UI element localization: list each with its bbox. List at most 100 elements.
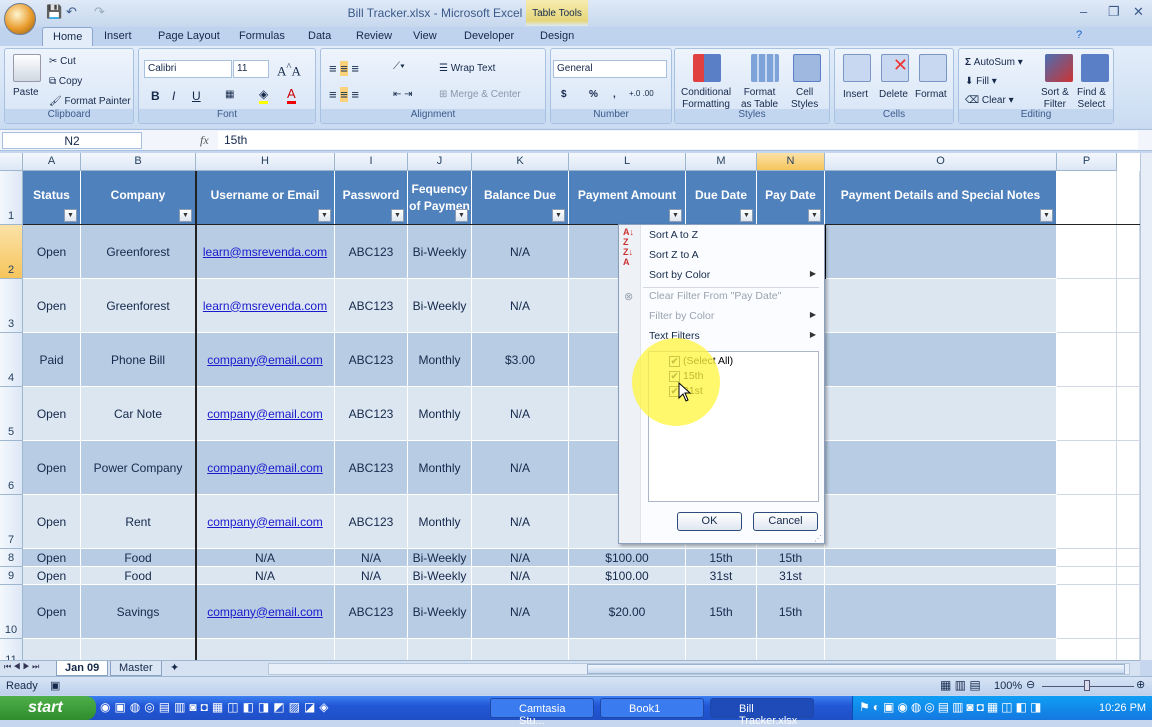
table-cell[interactable]: N/A bbox=[472, 585, 569, 639]
empty-cell[interactable] bbox=[1057, 639, 1117, 660]
formula-input[interactable]: 15th bbox=[218, 131, 1138, 149]
task-camtasia[interactable]: Camtasia Stu... bbox=[490, 698, 594, 727]
table-cell[interactable]: 31st bbox=[757, 567, 825, 585]
empty-cell[interactable] bbox=[1117, 495, 1140, 549]
empty-cell[interactable] bbox=[1117, 333, 1140, 387]
table-cell[interactable]: Bi-Weekly bbox=[408, 567, 472, 585]
resize-grip-icon[interactable]: ⋰ bbox=[814, 534, 822, 543]
table-cell[interactable]: Monthly bbox=[408, 495, 472, 549]
currency-button[interactable]: $ bbox=[561, 89, 567, 100]
table-cell[interactable]: ABC123 bbox=[335, 333, 408, 387]
row-header[interactable]: 2 bbox=[0, 225, 23, 279]
email-link[interactable]: company@email.com bbox=[207, 407, 323, 421]
format-button[interactable]: Format bbox=[915, 89, 947, 100]
bold-button[interactable]: B bbox=[151, 89, 160, 103]
table-cell[interactable] bbox=[335, 639, 408, 660]
comma-button[interactable]: , bbox=[613, 89, 616, 100]
row-header[interactable]: 6 bbox=[0, 441, 23, 495]
table-cell[interactable]: Open bbox=[23, 279, 81, 333]
tab-view[interactable]: View bbox=[413, 30, 437, 42]
table-cell[interactable]: company@email.com bbox=[196, 585, 335, 639]
table-cell[interactable]: Bi-Weekly bbox=[408, 225, 472, 279]
sort-by-color[interactable]: Sort by Color ▶ bbox=[649, 269, 824, 281]
insert-button[interactable]: Insert bbox=[843, 89, 868, 100]
table-cell[interactable] bbox=[81, 639, 196, 660]
table-cell[interactable]: ABC123 bbox=[335, 225, 408, 279]
indent-icons[interactable]: ⇤ ⇥ bbox=[393, 89, 413, 100]
borders-icon[interactable]: ▦ bbox=[225, 89, 234, 100]
empty-cell[interactable] bbox=[1057, 333, 1117, 387]
table-cell[interactable]: ABC123 bbox=[335, 441, 408, 495]
table-cell[interactable] bbox=[825, 225, 1057, 279]
filter-dropdown-button[interactable]: ▼ bbox=[808, 209, 821, 222]
email-link[interactable]: learn@msrevenda.com bbox=[203, 299, 327, 313]
table-cell[interactable]: company@email.com bbox=[196, 333, 335, 387]
empty-cell[interactable] bbox=[1057, 171, 1117, 225]
italic-button[interactable]: I bbox=[172, 89, 175, 103]
format-as-table-button[interactable]: Format as Table bbox=[741, 87, 778, 111]
save-icon[interactable]: 💾 bbox=[46, 4, 62, 20]
table-cell[interactable] bbox=[825, 279, 1057, 333]
table-cell[interactable]: Monthly bbox=[408, 441, 472, 495]
table-cell[interactable] bbox=[825, 549, 1057, 567]
copy-button[interactable]: ⧉ Copy bbox=[49, 76, 82, 87]
filter-dropdown-button[interactable]: ▼ bbox=[669, 209, 682, 222]
email-link[interactable]: company@email.com bbox=[207, 461, 323, 475]
find-select-button[interactable]: Find & Select bbox=[1077, 87, 1106, 111]
table-cell[interactable] bbox=[196, 639, 335, 660]
filter-dropdown-button[interactable]: ▼ bbox=[1040, 209, 1053, 222]
table-cell[interactable] bbox=[825, 495, 1057, 549]
font-size-combo[interactable]: 11 bbox=[233, 60, 269, 78]
empty-cell[interactable] bbox=[1057, 387, 1117, 441]
empty-cell[interactable] bbox=[1057, 495, 1117, 549]
underline-button[interactable]: U bbox=[192, 89, 201, 103]
table-cell[interactable] bbox=[472, 639, 569, 660]
zoom-level[interactable]: 100% bbox=[994, 680, 1022, 692]
table-cell[interactable]: 15th bbox=[686, 585, 757, 639]
table-cell[interactable]: Open bbox=[23, 225, 81, 279]
row-header[interactable]: 3 bbox=[0, 279, 23, 333]
table-cell[interactable]: N/A bbox=[472, 387, 569, 441]
zoom-out-icon[interactable]: ⊖ bbox=[1026, 678, 1035, 691]
tab-design[interactable]: Design bbox=[540, 30, 574, 42]
table-cell[interactable]: Open bbox=[23, 549, 81, 567]
orientation-icon[interactable]: ⟋▾ bbox=[393, 61, 405, 72]
table-cell[interactable]: Bi-Weekly bbox=[408, 585, 472, 639]
font-name-combo[interactable]: Calibri bbox=[144, 60, 232, 78]
table-cell[interactable]: Phone Bill bbox=[81, 333, 196, 387]
table-cell[interactable]: 31st bbox=[686, 567, 757, 585]
decimal-icons[interactable]: +.0 .00 bbox=[629, 89, 654, 98]
row-header[interactable]: 4 bbox=[0, 333, 23, 387]
tab-data[interactable]: Data bbox=[308, 30, 331, 42]
conditional-formatting-button[interactable]: Conditional Formatting bbox=[681, 87, 731, 111]
column-header-N[interactable]: N bbox=[757, 153, 825, 171]
table-cell[interactable]: N/A bbox=[472, 441, 569, 495]
percent-button[interactable]: % bbox=[589, 89, 598, 100]
column-header-K[interactable]: K bbox=[472, 153, 569, 171]
table-cell[interactable] bbox=[825, 441, 1057, 495]
redo-icon[interactable]: ↷ bbox=[94, 4, 105, 20]
column-header-I[interactable]: I bbox=[335, 153, 408, 171]
macro-record-icon[interactable]: ▣ bbox=[50, 679, 60, 692]
empty-cell[interactable] bbox=[1057, 549, 1117, 567]
email-link[interactable]: company@email.com bbox=[207, 515, 323, 529]
paste-icon[interactable] bbox=[13, 54, 41, 82]
email-link[interactable]: company@email.com bbox=[207, 353, 323, 367]
table-cell[interactable]: N/A bbox=[335, 549, 408, 567]
table-cell[interactable]: company@email.com bbox=[196, 495, 335, 549]
table-cell[interactable]: Open bbox=[23, 567, 81, 585]
minimize-icon[interactable]: – bbox=[1080, 4, 1087, 19]
table-cell[interactable] bbox=[408, 639, 472, 660]
align-icons[interactable]: ≡ ≡ ≡ bbox=[329, 61, 359, 76]
row-header[interactable]: 11 bbox=[0, 639, 23, 660]
help-icon[interactable]: ? bbox=[1076, 29, 1082, 41]
filter-dropdown-button[interactable]: ▼ bbox=[318, 209, 331, 222]
table-cell[interactable]: learn@msrevenda.com bbox=[196, 225, 335, 279]
table-cell[interactable] bbox=[825, 387, 1057, 441]
table-cell[interactable]: $20.00 bbox=[569, 585, 686, 639]
table-cell[interactable]: N/A bbox=[472, 549, 569, 567]
table-cell[interactable]: ABC123 bbox=[335, 585, 408, 639]
tab-developer[interactable]: Developer bbox=[464, 30, 514, 42]
table-cell[interactable]: 15th bbox=[686, 549, 757, 567]
empty-cell[interactable] bbox=[1057, 585, 1117, 639]
